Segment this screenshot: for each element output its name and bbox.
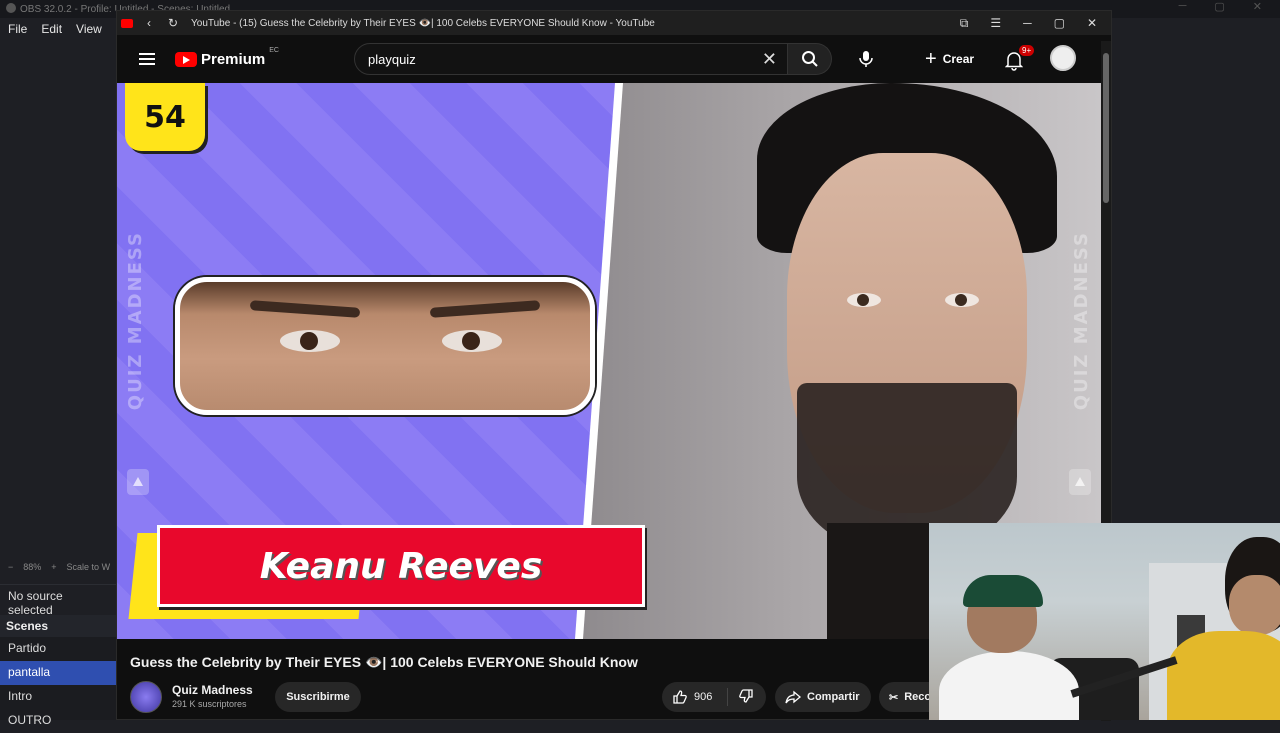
arrow-up-icon (127, 469, 149, 495)
youtube-favicon-icon (121, 18, 133, 28)
zoom-level: 88% (23, 562, 42, 572)
like-count: 906 (694, 691, 713, 703)
clear-search-icon[interactable]: ✕ (762, 49, 777, 70)
scene-item-pantalla[interactable]: pantalla (0, 661, 118, 685)
scissors-icon: ✂ (889, 691, 899, 704)
thumbs-down-icon (739, 688, 753, 703)
browser-title-bar: ‹ ↻ YouTube - (15) Guess the Celebrity b… (117, 11, 1111, 35)
clip-label: Reco (904, 691, 932, 703)
channel-name[interactable]: Quiz Madness (172, 683, 253, 697)
close-icon[interactable]: ✕ (1253, 0, 1262, 18)
menu-edit[interactable]: Edit (41, 22, 62, 36)
search-value: playquiz (368, 51, 416, 67)
obs-window-controls: ─ ▢ ✕ (1179, 0, 1280, 18)
menu-icon[interactable]: ☰ (990, 16, 1001, 31)
share-icon (785, 690, 801, 704)
notification-badge: 9+ (1019, 45, 1035, 56)
scenes-dock: Scenes Partido pantalla Intro OUTRO (0, 615, 118, 727)
search-input[interactable]: playquiz ✕ (354, 43, 788, 75)
minimize-icon[interactable]: ─ (1179, 0, 1187, 18)
share-button[interactable]: Compartir (775, 682, 871, 712)
thumbs-up-icon (673, 690, 687, 704)
country-code: EC (269, 46, 279, 54)
dislike-button[interactable] (728, 688, 754, 707)
zoom-out-button[interactable]: − (8, 562, 13, 572)
like-button[interactable]: 906 (662, 688, 728, 706)
menu-view[interactable]: View (76, 22, 102, 36)
close-icon[interactable]: ✕ (1087, 16, 1097, 31)
logo-text: Premium (201, 50, 266, 68)
subscriber-count: 291 K suscriptores (172, 699, 247, 709)
scene-item-outro[interactable]: OUTRO (0, 709, 118, 733)
no-source-label: No source selected (0, 584, 118, 617)
obs-menu-bar: File Edit View Do (0, 18, 131, 40)
obs-zoom-bar: −88% + Scale to W (0, 560, 118, 574)
scrollbar-thumb[interactable] (1103, 53, 1109, 203)
guide-menu-icon[interactable] (139, 53, 155, 65)
microphone-icon (859, 51, 873, 67)
like-dislike-group: 906 (662, 682, 766, 712)
youtube-header: Premium EC playquiz ✕ + Crear 9+ (117, 35, 1111, 83)
plus-icon: + (925, 47, 937, 70)
scale-label[interactable]: Scale to W (67, 562, 111, 572)
answer-label: Keanu Reeves (259, 545, 543, 587)
menu-file[interactable]: File (8, 22, 27, 36)
maximize-icon[interactable]: ▢ (1214, 0, 1224, 18)
notifications-button[interactable]: 9+ (1005, 45, 1035, 73)
reload-icon[interactable]: ↻ (165, 16, 181, 30)
extensions-icon[interactable]: ⧉ (960, 16, 969, 31)
scene-item-intro[interactable]: Intro (0, 685, 118, 709)
share-label: Compartir (807, 691, 860, 703)
webcam-overlay (929, 523, 1280, 720)
scene-item-partido[interactable]: Partido (0, 637, 118, 661)
watermark-right: QUIZ MADNESS (1071, 231, 1092, 411)
account-avatar[interactable] (1050, 45, 1076, 71)
question-number: 54 (125, 83, 205, 151)
create-button[interactable]: + Crear (925, 43, 974, 75)
channel-avatar[interactable] (130, 681, 162, 713)
back-icon[interactable]: ‹ (141, 16, 157, 30)
maximize-icon[interactable]: ▢ (1054, 16, 1065, 31)
video-title: Guess the Celebrity by Their EYES 👁️| 10… (130, 654, 638, 670)
obs-logo-icon (6, 3, 16, 13)
zoom-in-button[interactable]: + (51, 562, 56, 572)
watermark-left: QUIZ MADNESS (125, 231, 146, 411)
youtube-play-icon (175, 51, 197, 67)
create-label: Crear (942, 52, 975, 66)
scenes-header: Scenes (0, 615, 118, 637)
minimize-icon[interactable]: ─ (1023, 16, 1032, 31)
answer-banner: Keanu Reeves (157, 525, 645, 607)
voice-search-button[interactable] (850, 43, 882, 75)
arrow-up-icon (1069, 469, 1091, 495)
subscribe-button[interactable]: Suscribirme (275, 682, 361, 712)
search-icon (801, 51, 818, 67)
search-button[interactable] (788, 43, 832, 75)
tab-title: YouTube - (15) Guess the Celebrity by Th… (191, 17, 655, 29)
youtube-logo[interactable]: Premium EC (175, 47, 279, 68)
eyes-crop-image (175, 277, 595, 415)
